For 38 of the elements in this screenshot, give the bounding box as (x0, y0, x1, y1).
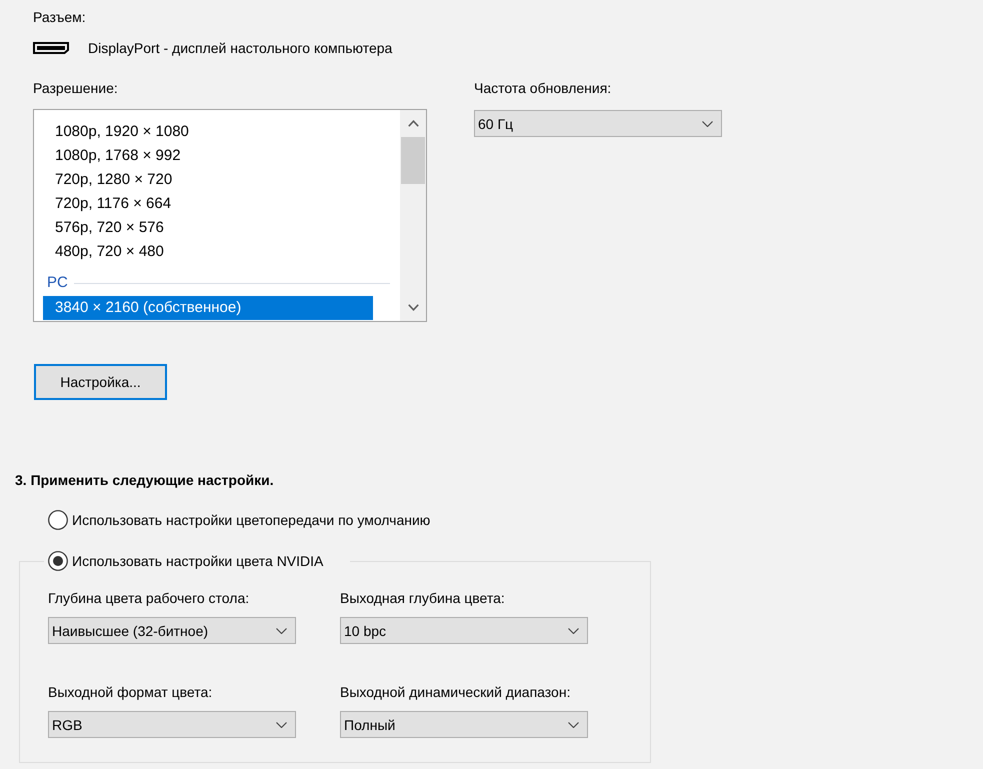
list-item[interactable]: 480p, 720 × 480 (43, 240, 373, 264)
list-item[interactable]: 3840 × 2160 (собственное) (43, 296, 373, 320)
chevron-down-icon (276, 628, 287, 634)
radio-button[interactable] (48, 510, 68, 530)
list-item[interactable]: 720p, 1176 × 664 (43, 192, 373, 216)
customize-button[interactable]: Настройка... (34, 364, 167, 400)
list-item[interactable]: 1080p, 1920 × 1080 (43, 120, 373, 144)
dropdown[interactable]: 60 Гц (474, 110, 722, 137)
list-item[interactable]: 576p, 720 × 576 (43, 216, 373, 240)
radio-label[interactable]: Использовать настройки цветопередачи по умолчанию (72, 511, 430, 529)
group-header: PC (46, 274, 68, 292)
dropdown[interactable]: Наивысшее (32-битное) (48, 617, 296, 644)
resolution-label: Разрешение: (33, 79, 118, 97)
field-label: Выходной формат цвета: (48, 683, 212, 701)
connector-name: DisplayPort - дисплей настольного компьютера (88, 39, 392, 57)
scrollbar-thumb[interactable] (401, 137, 425, 184)
dropdown[interactable]: RGB (48, 711, 296, 738)
refresh-rate-label: Частота обновления: (474, 79, 612, 97)
field-label: Выходная глубина цвета: (340, 589, 505, 607)
chevron-down-icon (568, 628, 579, 634)
display-port-icon (33, 42, 69, 54)
chevron-down-icon (276, 722, 287, 728)
dropdown[interactable]: 10 bpc (340, 617, 588, 644)
list-item[interactable]: 1080p, 1768 × 992 (43, 144, 373, 168)
chevron-up-icon[interactable] (408, 120, 418, 127)
radio-label[interactable]: Использовать настройки цвета NVIDIA (72, 552, 324, 570)
field-label: Выходной динамический диапазон: (340, 683, 570, 701)
chevron-down-icon (568, 722, 579, 728)
radio-button[interactable] (48, 551, 68, 571)
dropdown[interactable]: Полный (340, 711, 588, 738)
list-item[interactable]: 720p, 1280 × 720 (43, 168, 373, 192)
resolution-list[interactable]: 1080p, 1920 × 1080 1080p, 1768 × 992 720p, 1280 × 720 720p, 1176 × 664 576p, 720 × 576 480p, 720 × 480 PC 3840 × 2160 (собственное) (33, 109, 427, 322)
connector-label: Разъем: (33, 8, 86, 26)
chevron-down-icon (702, 120, 713, 126)
section-heading: 3. Применить следующие настройки. (15, 471, 274, 489)
scrollbar[interactable] (400, 110, 426, 321)
field-label: Глубина цвета рабочего стола: (48, 589, 250, 607)
chevron-down-icon[interactable] (408, 304, 418, 311)
